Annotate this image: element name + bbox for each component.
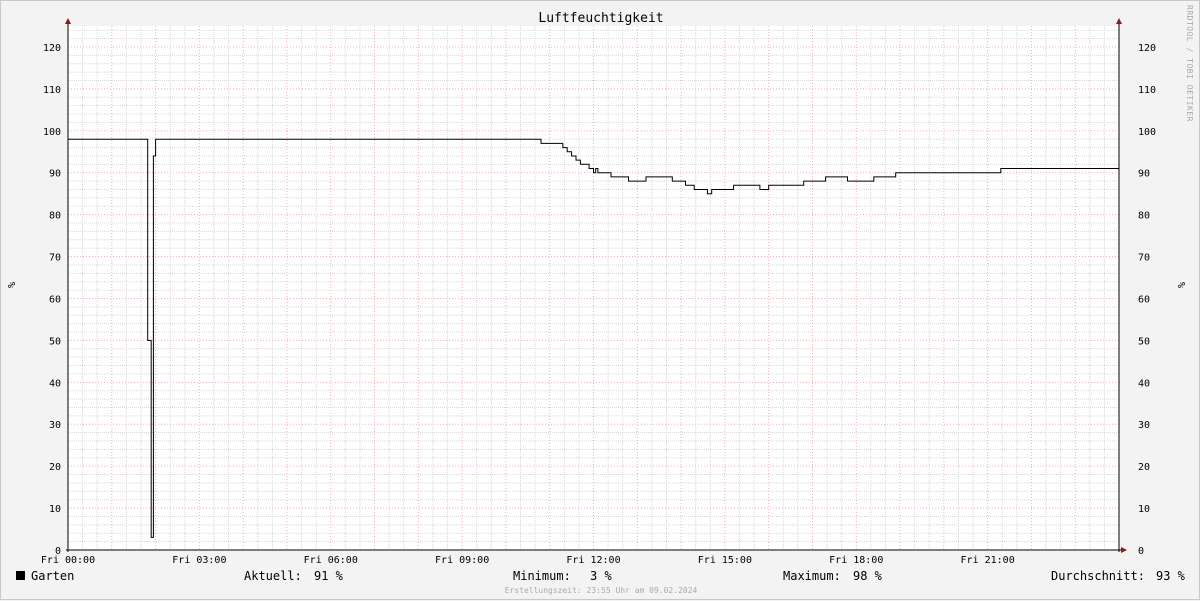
y-tick-label-left: 10 <box>49 504 61 515</box>
x-axis-arrow <box>1121 547 1127 553</box>
x-tick-label: Fri 06:00 <box>304 555 358 566</box>
y-tick-label-right: 100 <box>1138 127 1156 138</box>
y-tick-label-left: 90 <box>49 169 61 180</box>
humidity-chart: 0 010 1020 2030 3040 4050 5060 6070 7080 8090 9010… <box>41 18 1156 566</box>
y-axis-unit-right: % <box>1175 282 1186 289</box>
y-tick-label-right: 40 <box>1138 378 1150 389</box>
y-tick-label-left: 40 <box>49 378 61 389</box>
y-tick-label-right: 0 <box>1138 546 1144 557</box>
y-tick-label-right: 30 <box>1138 420 1150 431</box>
y-tick-label-left: 120 <box>43 43 61 54</box>
y-tick-label-left: 30 <box>49 420 61 431</box>
chart-frame: 0 0 10 10 20 20 30 30 40 40 50 50 60 60 70 70 80 80 90 90 10… <box>0 0 1200 600</box>
x-tick-label: Fri 12:00 <box>566 555 620 566</box>
chart-title: Luftfeuchtigkeit <box>538 11 664 26</box>
y-tick-label-left: 50 <box>49 336 61 347</box>
y-tick-label-left: 110 <box>43 85 61 96</box>
y-tick-label-right: 90 <box>1138 169 1150 180</box>
y-tick-label-right: 70 <box>1138 253 1150 264</box>
y-tick-label-right: 120 <box>1138 43 1156 54</box>
x-tick-label: Fri 18:00 <box>829 555 883 566</box>
y-tick-label-left: 20 <box>49 462 61 473</box>
y-axis-unit-left: % <box>5 282 16 289</box>
y-tick-label-left: 60 <box>49 294 61 305</box>
legend-current-value: 91 % <box>314 569 343 583</box>
legend-swatch-garten <box>16 571 25 580</box>
legend-current-label: Aktuell: <box>244 569 302 583</box>
y-tick-label-left: 80 <box>49 211 61 222</box>
legend-min-value: 3 % <box>590 569 612 583</box>
y-tick-label-right: 10 <box>1138 504 1150 515</box>
x-tick-label: Fri 09:00 <box>435 555 489 566</box>
legend-max-value: 98 % <box>853 569 882 583</box>
legend-series-name: Garten <box>31 569 75 583</box>
y-tick-label-left: 100 <box>43 127 61 138</box>
y-tick-label-right: 60 <box>1138 294 1150 305</box>
y-tick-label-right: 80 <box>1138 211 1150 222</box>
rrdtool-watermark: RRDTOOL / TOBI OETIKER <box>1185 5 1194 122</box>
y-tick-label-right: 20 <box>1138 462 1150 473</box>
x-tick-label: Fri 03:00 <box>172 555 226 566</box>
x-tick-label: Fri 21:00 <box>961 555 1015 566</box>
legend-avg-value: 93 % <box>1156 569 1185 583</box>
creation-time-footer: Erstellungszeit: 23:55 Uhr am 09.02.2024 <box>504 586 698 595</box>
y-tick-label-right: 110 <box>1138 85 1156 96</box>
legend-min-label: Minimum: <box>513 569 571 583</box>
legend-max-label: Maximum: <box>783 569 841 583</box>
legend-avg-label: Durchschnitt: <box>1051 569 1145 583</box>
y-tick-label-left: 70 <box>49 253 61 264</box>
y-tick-label-right: 50 <box>1138 336 1150 347</box>
x-tick-label: Fri 15:00 <box>698 555 752 566</box>
x-tick-label: Fri 00:00 <box>41 555 95 566</box>
